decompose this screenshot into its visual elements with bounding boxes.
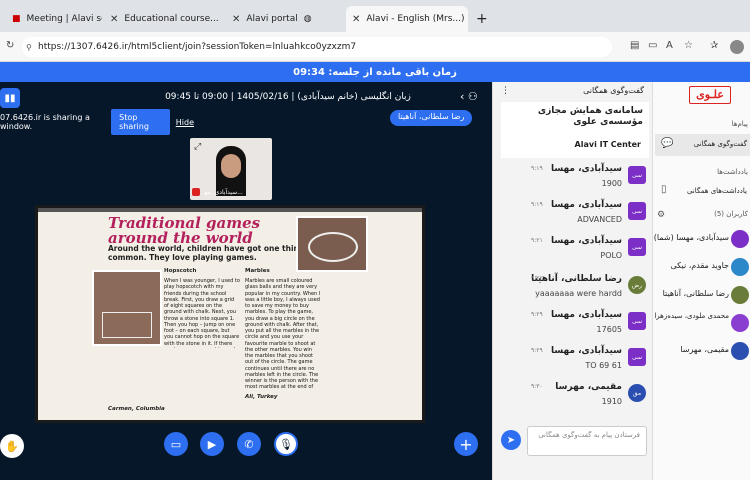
webcam-tile[interactable]: ⤢ سیدآبادی، مهـ...	[190, 138, 272, 200]
marbles-text: Marbles are small coloured glass balls a…	[245, 278, 321, 390]
stop-sharing-button[interactable]: Stop sharing	[111, 109, 170, 135]
favorites-icon[interactable]: ✰	[710, 40, 718, 51]
favorite-icon[interactable]: ☆	[684, 40, 693, 51]
hopscotch-photo	[92, 270, 162, 346]
profile-icon[interactable]	[730, 40, 744, 54]
webcam-face	[221, 154, 241, 178]
avatar: رض	[628, 276, 646, 294]
user-sidebar: علـوی پیام‌ها 💬 گفت‌وگوی همگانی یادداشت‌…	[652, 82, 750, 480]
avatar: سی	[628, 348, 646, 366]
close-icon[interactable]: ✕	[110, 14, 118, 25]
read-icon[interactable]: ▤	[630, 40, 639, 51]
marbles-heading: Marbles	[245, 268, 270, 274]
avatar	[731, 314, 749, 332]
hopscotch-text-cont	[108, 348, 240, 404]
add-action-button[interactable]: +	[454, 432, 478, 456]
notes-icon: ▯	[661, 184, 667, 195]
address-bar: ↻ ⚲ https://1307.6426.ir/html5client/joi…	[0, 32, 750, 62]
book-subtitle: Around the world, children have got one …	[108, 244, 315, 262]
gear-icon[interactable]: ⚙	[657, 210, 665, 220]
reload-icon[interactable]: ↻	[6, 40, 14, 51]
time-remaining-bar: زمان باقی مانده از جلسه: 09:34	[0, 62, 750, 82]
notes-label: یادداشت‌ها	[717, 168, 748, 176]
avatar	[731, 342, 749, 360]
chat-message: سی سیدآبادی، مهسا ۹:۲۹ TO 69 61	[501, 346, 646, 382]
chat-message: سی سیدآبادی، مهسا ۹:۲۹ 17605	[501, 310, 646, 346]
browser-tab[interactable]: ✕ Educational course...	[104, 6, 224, 32]
avatar: سی	[628, 202, 646, 220]
close-icon[interactable]: ✕	[352, 14, 360, 25]
mic-off-icon	[192, 188, 200, 196]
browser-tab-active[interactable]: ✕ Alavi - English (Mrs...) ◉	[346, 6, 468, 32]
users-toggle-icon[interactable]: ‹ ⚇	[460, 90, 478, 103]
browser-tab[interactable]: ✕ Alavi portal ◍	[226, 6, 344, 32]
webcam-label: سیدآبادی، مهـ...	[203, 188, 243, 196]
sharing-notice: 07.6426.ir is sharing a window. Stop sha…	[0, 109, 194, 135]
browser-tab[interactable]: ■ Meeting | Alavi school...	[6, 6, 102, 32]
avatar	[731, 286, 749, 304]
tab-icon: ■	[12, 14, 21, 24]
chat-input[interactable]: فرستادن پیام به گفت‌وگوی همگانی	[527, 426, 647, 456]
marbles-photo	[296, 216, 368, 272]
expand-icon[interactable]: ⤢	[194, 142, 201, 152]
phone-button[interactable]: ✆	[237, 432, 261, 456]
avatar	[731, 230, 749, 248]
hopscotch-author: Carmen, Columbia	[108, 406, 165, 412]
chat-message: سی سیدآبادی، مهسا ۹:۲۱ POLO	[501, 236, 646, 272]
avatar: سی	[628, 238, 646, 256]
hide-button[interactable]: Hide	[176, 118, 194, 127]
avatar: سی	[628, 166, 646, 184]
hopscotch-heading: Hopscotch	[164, 268, 197, 274]
stats-icon[interactable]: ▮▮	[0, 88, 20, 108]
welcome-title: سامانه‌ی همایش مجازی مؤسسه‌ی علوی	[537, 106, 643, 128]
share-screen-button[interactable]: ▭	[164, 432, 188, 456]
shared-notes-item[interactable]: ▯ یادداشت‌های همگانی	[655, 182, 750, 202]
avatar	[731, 258, 749, 276]
chat-menu-icon[interactable]: ⋮	[501, 86, 510, 96]
hand-icon[interactable]: ✋	[0, 434, 24, 458]
browser-tab-bar: ■ Meeting | Alavi school... ✕ Educationa…	[0, 0, 750, 32]
chat-message: سی سیدآبادی، مهسا ۹:۱۹ 1900	[501, 164, 646, 200]
chat-message: مق مقیمی، مهرسا ۹:۳۰ 1910	[501, 382, 646, 418]
shared-window-titlebar	[38, 208, 422, 212]
marbles-author: Ali, Turkey	[245, 394, 278, 400]
user-list-item[interactable]: مقیمی، مهرسا	[657, 338, 750, 364]
url-field[interactable]: ⚲ https://1307.6426.ir/html5client/join?…	[22, 37, 612, 57]
chat-header[interactable]: گفت‌وگوی همگانی	[583, 86, 644, 95]
user-list-item[interactable]: محمدی ملودی، سیده‌زهرا	[654, 310, 750, 336]
user-list-item[interactable]: جاوید مقدم، نیکی	[657, 254, 750, 280]
app-icon[interactable]: ▭	[648, 40, 657, 51]
new-tab-button[interactable]: +	[470, 6, 490, 32]
hopscotch-text: When I was younger, I used to play hopsc…	[164, 278, 240, 348]
chat-panel: ⋮ گفت‌وگوی همگانی سامانه‌ی همایش مجازی م…	[492, 82, 652, 480]
welcome-sub: Alavi IT Center	[574, 140, 641, 149]
mute-button[interactable]: 🎙	[274, 432, 298, 456]
chat-icon: 💬	[661, 138, 674, 149]
close-icon[interactable]: ✕	[232, 14, 240, 25]
chat-message: سی سیدآبادی، مهسا ۹:۱۹ ADVANCED	[501, 200, 646, 236]
chat-welcome: سامانه‌ی همایش مجازی مؤسسه‌ی علوی Alavi …	[501, 102, 649, 158]
site-info-icon[interactable]: ⚲	[26, 43, 32, 52]
public-chat-item[interactable]: 💬 گفت‌وگوی همگانی	[655, 134, 750, 156]
globe-icon: ◍	[303, 14, 312, 24]
presenter-tag: رضا سلطانی، آناهیتا	[390, 110, 473, 126]
avatar: سی	[628, 312, 646, 330]
meeting-title: زبان انگلیسی (خانم سیدآبادی) | 1405/02/1…	[165, 92, 411, 102]
user-list-item[interactable]: سیدآبادی، مهسا (شما)	[654, 226, 750, 252]
chat-message: رض رضا سلطانی، آناهیتا ۹:۲۲ yaaaaaaa wer…	[501, 274, 646, 310]
avatar: مق	[628, 384, 646, 402]
user-list-item[interactable]: رضا سلطانی، آناهیتا	[657, 282, 750, 308]
send-icon[interactable]: ➤	[501, 430, 521, 450]
shared-book-page: Traditional games around the world Aroun…	[35, 205, 425, 423]
font-icon[interactable]: A	[666, 40, 673, 51]
camera-button[interactable]: ▶	[200, 432, 224, 456]
alavi-logo: علـوی	[689, 86, 731, 104]
users-label: کاربران (5)	[714, 210, 748, 218]
messages-label: پیام‌ها	[731, 120, 748, 128]
